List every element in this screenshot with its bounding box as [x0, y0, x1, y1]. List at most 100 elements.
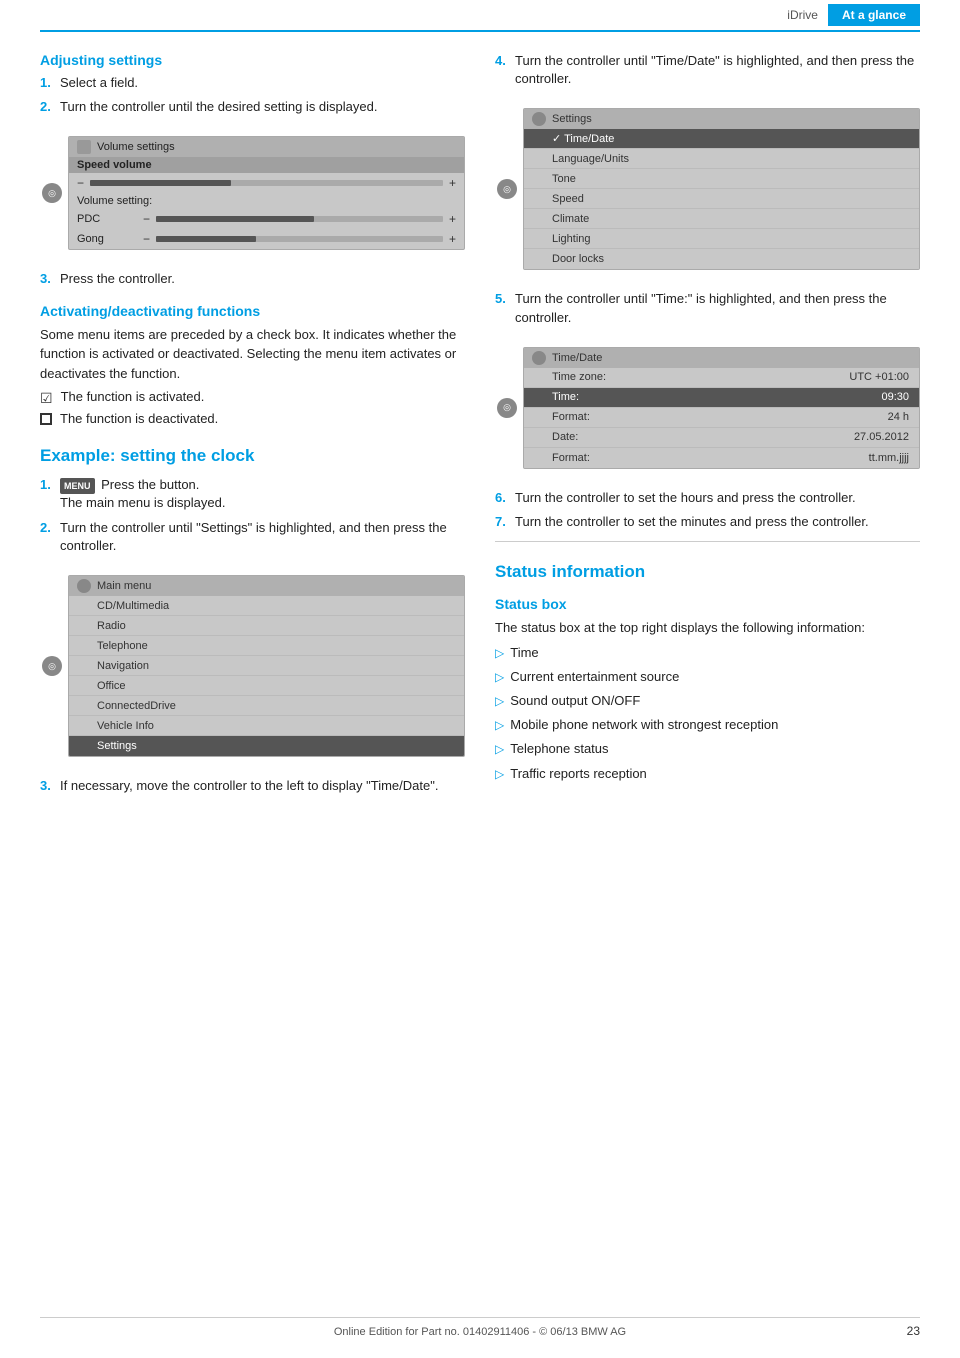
- timedate-format1: Format: 24 h: [524, 408, 919, 428]
- right-step-5: 5. Turn the controller until "Time:" is …: [495, 290, 920, 326]
- menu-item-office: Office: [69, 676, 464, 696]
- activating-para: Some menu items are preceded by a check …: [40, 325, 465, 384]
- main-menu-body: CD/Multimedia Radio Telephone Navigation…: [69, 596, 464, 756]
- right-steps-top: 4. Turn the controller until "Time/Date"…: [495, 52, 920, 88]
- page-number: 23: [907, 1324, 920, 1338]
- arrow-icon-traffic: ▷: [495, 766, 504, 783]
- main-menu-title-bar: Main menu: [69, 576, 464, 596]
- status-information-heading: Status information: [495, 562, 920, 582]
- example-step-1: 1. MENU Press the button. The main menu …: [40, 476, 465, 512]
- menu-item-navigation: Navigation: [69, 656, 464, 676]
- settings-icon: [532, 112, 546, 126]
- arrow-icon-mobile: ▷: [495, 717, 504, 734]
- footer-text: Online Edition for Part no. 01402911406 …: [334, 1326, 626, 1338]
- timedate-body: Time zone: UTC +01:00 Time: 09:30 Format…: [524, 368, 919, 468]
- menu-item-radio: Radio: [69, 616, 464, 636]
- deactivated-row: The function is deactivated.: [40, 411, 465, 426]
- arrow-icon-entertainment: ▷: [495, 669, 504, 686]
- timedate-screen: Time/Date Time zone: UTC +01:00 Time: 09…: [523, 347, 920, 469]
- example-step-3-list: 3. If necessary, move the controller to …: [40, 777, 465, 795]
- volume-setting-label-row: Volume setting:: [69, 193, 464, 209]
- settings-item-tone: Tone: [524, 169, 919, 189]
- right-step-6: 6. Turn the controller to set the hours …: [495, 489, 920, 507]
- at-a-glance-tab[interactable]: At a glance: [828, 4, 920, 26]
- section-divider: [495, 541, 920, 542]
- settings-item-language: Language/Units: [524, 149, 919, 169]
- top-navigation-bar: iDrive At a glance: [40, 0, 920, 32]
- timedate-title-bar: Time/Date: [524, 348, 919, 368]
- settings-title-bar: Settings: [524, 109, 919, 129]
- arrow-icon-sound: ▷: [495, 693, 504, 710]
- status-item-sound: ▷ Sound output ON/OFF: [495, 692, 920, 710]
- gong-slider: Gong − +: [69, 229, 464, 249]
- settings-screen-container: ◎ Settings ✓ Time/Date Language/Units To…: [495, 98, 920, 280]
- plus-icon: +: [449, 176, 456, 190]
- example-steps-list: 1. MENU Press the button. The main menu …: [40, 476, 465, 555]
- status-items-list: ▷ Time ▷ Current entertainment source ▷ …: [495, 644, 920, 783]
- idrive-label: iDrive: [787, 8, 828, 22]
- right-column: 4. Turn the controller until "Time/Date"…: [495, 52, 920, 801]
- speed-volume-slider: − +: [69, 173, 464, 193]
- arrow-icon-time: ▷: [495, 645, 504, 662]
- menu-item-vehicleinfo: Vehicle Info: [69, 716, 464, 736]
- vol-screen-icon: [77, 140, 91, 154]
- main-menu-icon: [77, 579, 91, 593]
- timedate-time: Time: 09:30: [524, 388, 919, 408]
- adjusting-steps-list: 1. Select a field. 2. Turn the controlle…: [40, 74, 465, 116]
- adjusting-step-2: 2. Turn the controller until the desired…: [40, 98, 465, 116]
- adjusting-step-3-list: 3. Press the controller.: [40, 270, 465, 288]
- menu-button-icon: MENU: [60, 478, 95, 495]
- adjusting-step-1: 1. Select a field.: [40, 74, 465, 92]
- right-steps-6-7: 6. Turn the controller to set the hours …: [495, 489, 920, 531]
- settings-item-lighting: Lighting: [524, 229, 919, 249]
- empty-checkbox-icon: [40, 413, 52, 425]
- timedate-date: Date: 27.05.2012: [524, 428, 919, 448]
- volume-screen-container: ◎ Volume settings Speed volume − +: [40, 126, 465, 260]
- status-item-telephone: ▷ Telephone status: [495, 740, 920, 758]
- settings-item-doorlocks: Door locks: [524, 249, 919, 269]
- main-content: Adjusting settings 1. Select a field. 2.…: [0, 32, 960, 861]
- status-item-mobile: ▷ Mobile phone network with strongest re…: [495, 716, 920, 734]
- status-box-para: The status box at the top right displays…: [495, 618, 920, 638]
- menu-item-cd: CD/Multimedia: [69, 596, 464, 616]
- settings-item-speed: Speed: [524, 189, 919, 209]
- left-column: Adjusting settings 1. Select a field. 2.…: [40, 52, 465, 801]
- controller-knob-4: ◎: [497, 398, 517, 418]
- timedate-timezone: Time zone: UTC +01:00: [524, 368, 919, 388]
- speed-volume-label: Speed volume: [69, 157, 464, 173]
- controller-knob-2: ◎: [42, 656, 62, 676]
- menu-item-settings: Settings: [69, 736, 464, 756]
- settings-body: ✓ Time/Date Language/Units Tone Speed Cl…: [524, 129, 919, 269]
- status-item-entertainment: ▷ Current entertainment source: [495, 668, 920, 686]
- timedate-format2: Format: tt.mm.jjjj: [524, 448, 919, 468]
- adjusting-step-3: 3. Press the controller.: [40, 270, 465, 288]
- checkmark-icon: ☑: [40, 389, 53, 407]
- controller-knob: ◎: [42, 183, 62, 203]
- timedate-screen-container: ◎ Time/Date Time zone: UTC +01:00 Time: [495, 337, 920, 479]
- settings-screen: Settings ✓ Time/Date Language/Units Tone…: [523, 108, 920, 270]
- main-menu-screen-container: ◎ Main menu CD/Multimedia Radio Telephon…: [40, 565, 465, 767]
- arrow-icon-telephone: ▷: [495, 741, 504, 758]
- volume-settings-screen: Volume settings Speed volume − + Volume …: [68, 136, 465, 250]
- minus-icon: −: [77, 176, 84, 190]
- example-heading: Example: setting the clock: [40, 446, 465, 466]
- settings-item-climate: Climate: [524, 209, 919, 229]
- activating-heading: Activating/deactivating functions: [40, 303, 465, 319]
- example-step-2: 2. Turn the controller until "Settings" …: [40, 519, 465, 555]
- status-item-time: ▷ Time: [495, 644, 920, 662]
- example-step-3: 3. If necessary, move the controller to …: [40, 777, 465, 795]
- menu-item-connecteddrive: ConnectedDrive: [69, 696, 464, 716]
- controller-knob-3: ◎: [497, 179, 517, 199]
- settings-item-timedate: ✓ Time/Date: [524, 129, 919, 149]
- right-step-5-list: 5. Turn the controller until "Time:" is …: [495, 290, 920, 326]
- menu-item-telephone: Telephone: [69, 636, 464, 656]
- main-menu-screen: Main menu CD/Multimedia Radio Telephone …: [68, 575, 465, 757]
- footer: Online Edition for Part no. 01402911406 …: [40, 1317, 920, 1338]
- activated-row: ☑ The function is activated.: [40, 389, 465, 407]
- status-box-heading: Status box: [495, 596, 920, 612]
- adjusting-settings-heading: Adjusting settings: [40, 52, 465, 68]
- vol-screen-title: Volume settings: [69, 137, 464, 157]
- pdc-slider: PDC − +: [69, 209, 464, 229]
- right-step-7: 7. Turn the controller to set the minute…: [495, 513, 920, 531]
- status-item-traffic: ▷ Traffic reports reception: [495, 765, 920, 783]
